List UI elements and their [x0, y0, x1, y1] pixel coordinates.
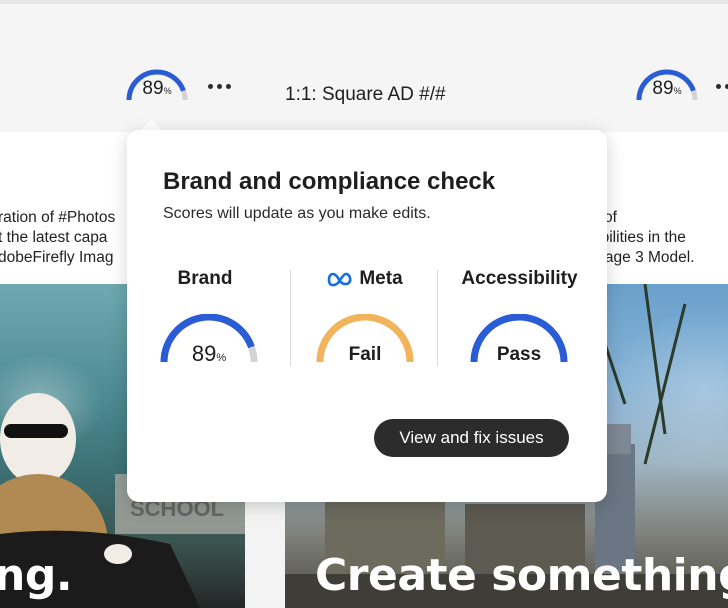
right-card-headline: Create something — [315, 550, 728, 601]
right-caption-line-3: mage 3 Model. — [592, 249, 695, 266]
left-caption-line-3: dobeFirefly Imag — [0, 249, 114, 266]
left-caption-line-1: ration of #Photos — [0, 209, 116, 226]
right-score-value: 89 — [652, 78, 674, 99]
brand-label: Brand — [177, 268, 233, 289]
right-caption-line-1: s of — [592, 209, 617, 226]
right-card-caption: s of abilities in the mage 3 Model. — [592, 208, 695, 268]
popover-subtitle: Scores will update as you make edits. — [163, 205, 431, 222]
left-card-headline: ng. — [0, 550, 73, 601]
left-caption-line-2: t the latest capa — [0, 229, 108, 246]
brand-score-unit: % — [216, 352, 227, 364]
right-more-icon[interactable] — [716, 84, 728, 89]
meta-check-status: Fail — [348, 344, 382, 365]
popover-title: Brand and compliance check — [163, 168, 496, 195]
column-divider — [437, 270, 438, 366]
meta-logo-icon — [328, 272, 352, 287]
accessibility-label: Accessibility — [461, 268, 578, 289]
meta-label-text: Meta — [359, 268, 403, 289]
brand-score-gauge[interactable]: 89% — [159, 314, 259, 366]
artboard-title: 1:1: Square AD #/# — [285, 84, 446, 105]
right-score-gauge[interactable]: 89% — [634, 66, 700, 102]
column-divider — [290, 270, 291, 366]
left-more-icon[interactable] — [208, 84, 231, 89]
artboard-toolbar: 89% 1:1: Square AD #/# 89% — [0, 4, 728, 132]
left-card-caption: ration of #Photos t the latest capa dobe… — [0, 208, 115, 268]
left-score-unit: % — [163, 86, 172, 96]
left-score-gauge[interactable]: 89% — [124, 66, 190, 102]
meta-label: Meta — [315, 268, 415, 290]
view-and-fix-issues-button[interactable]: View and fix issues — [374, 419, 569, 457]
accessibility-check-status: Pass — [496, 344, 542, 365]
accessibility-check-gauge[interactable]: Pass — [469, 314, 569, 366]
right-score-unit: % — [673, 86, 682, 96]
left-score-value: 89 — [142, 78, 164, 99]
meta-check-gauge[interactable]: Fail — [315, 314, 415, 366]
compliance-popover: Brand and compliance check Scores will u… — [127, 130, 607, 502]
brand-score-value: 89 — [191, 341, 217, 366]
right-caption-line-2: abilities in the — [592, 229, 686, 246]
